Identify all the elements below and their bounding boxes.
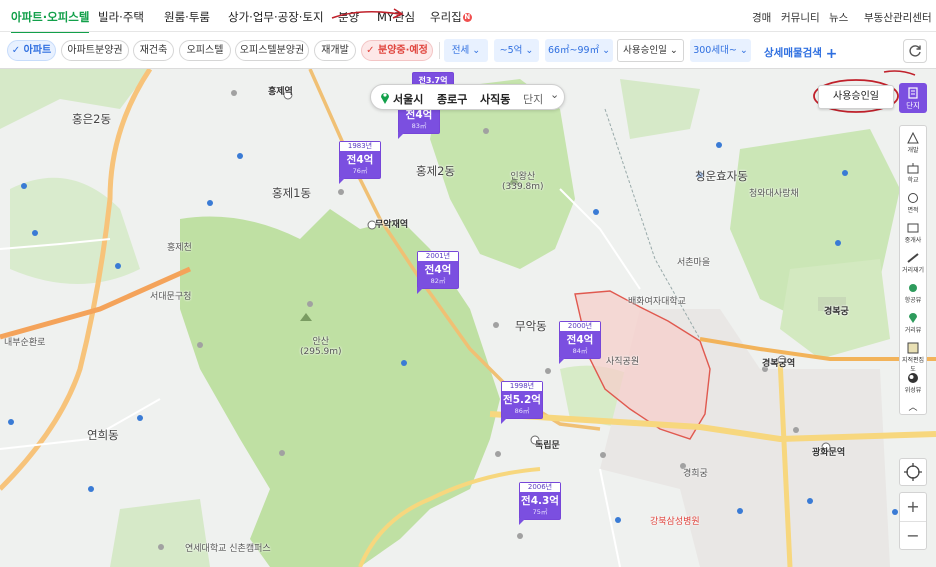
filter-chip-redevelopment[interactable]: 재개발 (314, 40, 356, 61)
household-dropdown[interactable]: 300세대~ ⌄ (690, 39, 751, 62)
label-gyeonghuigung: 경희궁 (683, 469, 708, 479)
approval-date-button[interactable]: 사용승인일 (818, 85, 894, 109)
label-hongjecheon: 홍제천 (167, 243, 192, 253)
filter-chip-officetel[interactable]: 오피스텔 (179, 40, 231, 61)
globe-icon (908, 373, 918, 383)
refresh-button[interactable] (903, 39, 927, 63)
apartment-marker[interactable]: 2000년 전4억 84㎡ (559, 321, 601, 364)
tool-area[interactable]: 면적 (900, 192, 926, 214)
tool-development[interactable]: 개발 (900, 132, 926, 154)
nav-commercial-land[interactable]: 상가·업무·공장·토지 (228, 9, 324, 25)
top-navigation: 아파트·오피스텔 빌라·주택 원룸·투룸 상가·업무·공장·토지 분양 MY관심… (0, 0, 936, 34)
price-dropdown[interactable]: ~5억 ⌄ (494, 39, 539, 62)
label-dongnimmun: 독립문 (535, 441, 560, 451)
filter-bar: ✓ 아파트 아파트분양권 재건축 오피스텔 오피스텔분양권 재개발 ✓ 분양중·… (0, 33, 936, 69)
detail-search-button[interactable]: 상세매물검색 + (764, 45, 837, 62)
nav-my-home[interactable]: 우리집 N (430, 9, 472, 25)
label-seochon: 서촌마을 (677, 258, 711, 268)
tool-satellite[interactable]: 위성뷰 (900, 372, 926, 394)
nav-apartment-officetel[interactable]: 아파트·오피스텔 (11, 9, 90, 34)
label-cheongun-hyoja: 청운효자동 (695, 169, 748, 183)
filter-chip-apartment[interactable]: ✓ 아파트 (7, 40, 56, 61)
location-pin-icon (381, 93, 389, 104)
zoom-control: + − (899, 492, 927, 550)
aerial-icon (909, 284, 917, 292)
label-hongje2dong: 홍제2동 (416, 164, 456, 178)
zoom-in-button[interactable]: + (900, 493, 926, 521)
filter-chip-apartment-presale-right[interactable]: 아파트분양권 (61, 40, 129, 61)
filter-chip-officetel-presale-right[interactable]: 오피스텔분양권 (235, 40, 309, 61)
location-selector[interactable]: 서울시 종로구 사직동 단지 ⌄ (370, 84, 565, 110)
tool-measure[interactable]: 거리재기 (900, 252, 926, 274)
label-gyeongbokgung-station: 경복궁역 (762, 359, 796, 369)
label-gwanghwamun-station: 광화문역 (812, 448, 846, 458)
apartment-marker[interactable]: 1983년 전4억 76㎡ (339, 141, 381, 184)
filter-chip-presale-ongoing[interactable]: ✓ 분양중·예정 (361, 40, 433, 61)
danji-button[interactable]: 단지 (899, 83, 927, 113)
location-dong[interactable]: 사직동 (480, 91, 510, 107)
approval-date-dropdown[interactable]: 사용승인일 ⌄ (617, 39, 684, 62)
new-badge: N (462, 13, 472, 22)
tool-cadastral[interactable]: 지적편집도 (900, 342, 926, 373)
tool-street-view[interactable]: 거리뷰 (900, 312, 926, 334)
tool-school[interactable]: 학교 (900, 162, 926, 184)
map-tools: 개발 학교 면적 중개사 거리재기 항공뷰 거리뷰 지적편집도 위성뷰 ︿ (899, 125, 927, 415)
label-inwangsan: 인왕산 (339.8m) (502, 172, 544, 192)
location-level[interactable]: 단지 (523, 91, 543, 107)
label-seodaemun-gu-office: 서대문구청 (150, 292, 192, 302)
tool-aerial-view[interactable]: 항공뷰 (900, 282, 926, 304)
nav-villa-house[interactable]: 빌라·주택 (98, 9, 144, 25)
crosshair-icon (904, 463, 922, 481)
annotation-arrow (331, 8, 404, 19)
street-view-icon (909, 313, 917, 323)
tools-collapse-button[interactable]: ︿ (900, 400, 926, 413)
label-ansan: 안산 (295.9m) (300, 337, 342, 357)
development-icon (907, 132, 919, 144)
label-muakdong: 무악동 (515, 319, 547, 333)
nav-community[interactable]: 커뮤니티 (781, 10, 820, 25)
trade-type-dropdown[interactable]: 전세 ⌄ (444, 39, 488, 62)
label-yeonhuidong: 연희동 (87, 428, 119, 442)
nav-auction[interactable]: 경매 (752, 10, 771, 25)
tool-realtor[interactable]: 중개사 (900, 222, 926, 244)
ruler-icon (907, 253, 919, 263)
label-sajik-park: 사직공원 (606, 357, 640, 367)
label-naebu-road: 내부순환로 (4, 338, 46, 348)
apartment-marker[interactable]: 1998년 전5.2억 86㎡ (501, 381, 543, 424)
map-view[interactable]: 홍은2동 홍제1동 홍제2동 홍제역 무악동 무악재역 연희동 청운효자동 안산… (0, 69, 936, 567)
divider (439, 42, 440, 59)
label-cheongwadae: 청와대사랑채 (749, 189, 799, 199)
label-kangbuk-samsung: 강북삼성병원 (650, 517, 700, 527)
filter-chip-reconstruction[interactable]: 재건축 (133, 40, 174, 61)
nav-oneroom-tworoom[interactable]: 원룸·투룸 (164, 9, 210, 25)
label-gyeongbokgung: 경복궁 (824, 307, 849, 317)
nav-realtor-center[interactable]: 부동산관리센터 (864, 10, 932, 25)
apartment-marker[interactable]: 2006년 전4.3억 75㎡ (519, 482, 561, 525)
cadastral-icon (907, 342, 919, 354)
chevron-down-icon: ⌄ (550, 88, 560, 101)
refresh-icon (909, 45, 921, 57)
zoom-out-button[interactable]: − (900, 521, 926, 549)
map-base (0, 69, 936, 567)
label-muakjae-station: 무악재역 (375, 220, 409, 230)
building-icon (908, 87, 918, 99)
nav-news[interactable]: 뉴스 (829, 10, 848, 25)
my-location-button[interactable] (899, 458, 927, 486)
apartment-marker[interactable]: 2001년 전4억 82㎡ (417, 251, 459, 294)
realtor-icon (907, 223, 919, 233)
label-baehwa: 배화여자대학교 (628, 297, 686, 307)
area-dropdown[interactable]: 66㎡~99㎡ ⌄ (545, 39, 613, 62)
location-district[interactable]: 종로구 (437, 91, 467, 107)
label-hongje1dong: 홍제1동 (272, 186, 312, 200)
label-yonsei: 연세대학교 신촌캠퍼스 (185, 544, 271, 554)
area-icon (908, 193, 918, 203)
school-icon (907, 163, 919, 174)
label-hongje-station: 홍제역 (268, 87, 293, 97)
label-hongeun2dong: 홍은2동 (72, 112, 112, 126)
location-city[interactable]: 서울시 (393, 91, 423, 107)
